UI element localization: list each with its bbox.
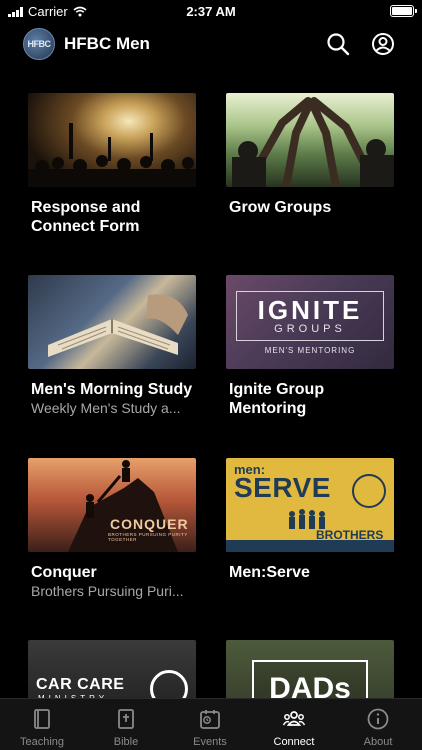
card-title: Men:Serve [229,564,310,581]
status-time: 2:37 AM [186,4,236,19]
card-title: Men's Morning Study [31,381,193,398]
tab-bible[interactable]: Bible [84,699,168,750]
ignite-subtitle: MEN'S MENTORING [264,346,356,355]
card-subtitle: Brothers Pursuing Puri... [31,583,184,599]
card-thumbnail: CONQUER BROTHERS PURSUING PURITY TOGETHE… [28,458,196,552]
tab-label: Teaching [19,736,65,748]
tab-teaching[interactable]: Teaching [0,699,84,750]
tab-about[interactable]: About [336,699,420,750]
page-title: HFBC Men [64,34,150,53]
conquer-tagline: BROTHERS PURSUING PURITY TOGETHER [108,532,188,542]
card-thumbnail [28,93,196,187]
card-mens-morning-study[interactable]: Men's Morning Study Weekly Men's Study a… [28,275,196,417]
app-header: HFBC HFBC Men [0,26,422,62]
conquer-word: CONQUER [110,516,189,532]
card-grow-groups[interactable]: Grow Groups [226,93,394,217]
ignite-word: IGNITE [257,295,363,325]
card-men-serve[interactable]: men: SERVE BROTHERS Men:Serve [226,458,394,582]
battery-icon [390,5,417,17]
tab-label: Connect [273,736,315,748]
card-thumbnail [226,93,394,187]
tab-connect[interactable]: Connect [252,699,336,750]
profile-icon[interactable] [371,32,395,56]
card-thumbnail: IGNITE GROUPS MEN'S MENTORING [226,275,394,369]
bible-image [48,294,188,357]
calendar-icon [200,710,220,729]
search-icon[interactable] [326,32,350,56]
tab-label: Bible [113,736,139,748]
tab-bar: Teaching Bible Events Connect About [0,698,422,750]
card-thumbnail [28,275,196,369]
card-title: Response and Connect Form [31,199,141,235]
tab-label: Events [193,736,227,748]
tab-label: About [363,736,393,748]
card-title: Grow Groups [229,199,332,216]
serve-brothers: BROTHERS [316,528,384,542]
app-logo: HFBC [23,28,55,60]
bible-icon [118,709,134,729]
card-subtitle: Weekly Men's Study a... [31,400,181,416]
card-title: Ignite Group Mentoring [229,381,325,417]
hands-image [232,97,394,187]
card-title: Conquer [31,564,97,581]
car-care-word: CAR CARE [36,676,125,693]
info-icon [367,708,389,730]
card-conquer[interactable]: CONQUER BROTHERS PURSUING PURITY TOGETHE… [28,458,196,600]
card-ignite-group-mentoring[interactable]: IGNITE GROUPS MEN'S MENTORING Ignite Gro… [226,275,394,418]
tab-events[interactable]: Events [168,699,252,750]
status-bar: Carrier 2:37 AM [0,0,422,22]
card-response-connect[interactable]: Response and Connect Form [28,93,196,236]
book-icon [34,709,50,729]
people-icon [282,711,306,726]
ignite-logo-box: IGNITE GROUPS [236,291,384,341]
ignite-groups: GROUPS [274,323,346,335]
concert-image [28,123,196,187]
card-thumbnail: men: SERVE BROTHERS [226,458,394,552]
